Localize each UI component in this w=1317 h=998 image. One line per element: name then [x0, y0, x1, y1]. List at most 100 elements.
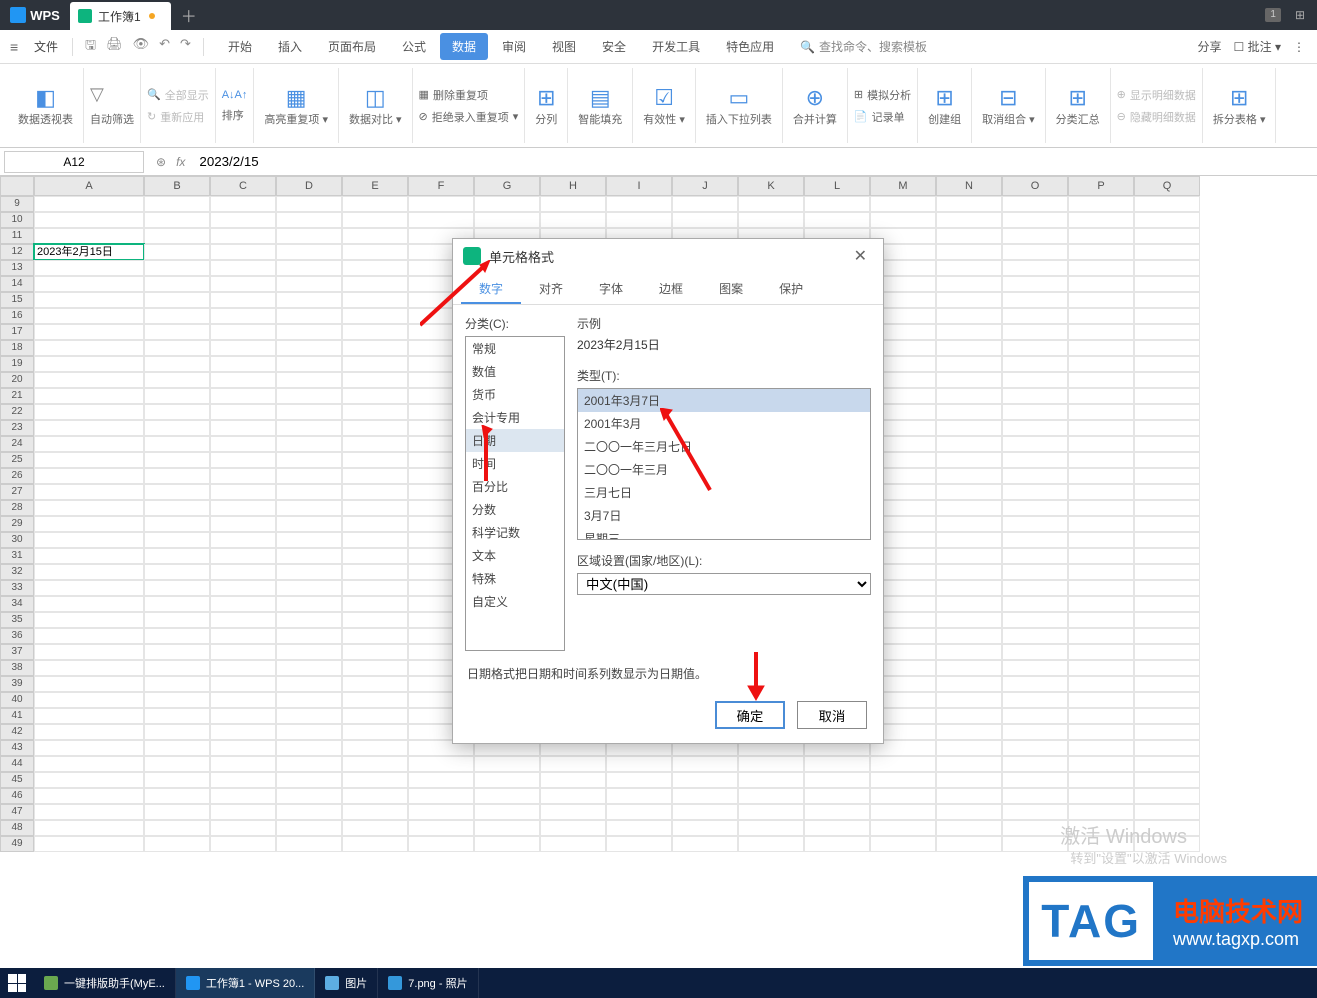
cell[interactable] [144, 644, 210, 660]
cell[interactable] [606, 212, 672, 228]
cell[interactable] [210, 484, 276, 500]
cell[interactable] [1134, 516, 1200, 532]
cell[interactable] [342, 436, 408, 452]
cell[interactable] [342, 628, 408, 644]
cell[interactable] [1134, 468, 1200, 484]
cell[interactable] [210, 292, 276, 308]
cell[interactable] [1134, 276, 1200, 292]
row-header[interactable]: 29 [0, 516, 34, 532]
cell[interactable] [276, 244, 342, 260]
cell[interactable] [144, 740, 210, 756]
text-to-columns-button[interactable]: ⊞ 分列 [525, 68, 568, 143]
cell[interactable] [34, 452, 144, 468]
cell[interactable] [1134, 532, 1200, 548]
cell[interactable] [276, 340, 342, 356]
cell[interactable] [342, 404, 408, 420]
cell[interactable] [342, 660, 408, 676]
column-header[interactable]: B [144, 176, 210, 196]
cell[interactable] [144, 756, 210, 772]
cell[interactable] [210, 724, 276, 740]
cell[interactable] [34, 660, 144, 676]
cell[interactable] [1068, 628, 1134, 644]
cell[interactable] [738, 820, 804, 836]
cell[interactable] [672, 196, 738, 212]
cell[interactable] [144, 676, 210, 692]
cell[interactable] [1002, 324, 1068, 340]
cell[interactable] [342, 244, 408, 260]
reject-dup-button[interactable]: ⊘ 拒绝录入重复项 ▾ [419, 109, 519, 125]
row-header[interactable]: 48 [0, 820, 34, 836]
cell[interactable] [1002, 356, 1068, 372]
cell[interactable] [738, 196, 804, 212]
cell[interactable] [342, 516, 408, 532]
cell[interactable] [936, 564, 1002, 580]
cell[interactable] [936, 692, 1002, 708]
cell[interactable] [276, 276, 342, 292]
cell[interactable] [870, 212, 936, 228]
cell[interactable] [342, 804, 408, 820]
category-item[interactable]: 数值 [466, 360, 564, 383]
cell[interactable] [34, 788, 144, 804]
notification-badge[interactable]: 1 [1265, 8, 1281, 22]
cell[interactable] [342, 500, 408, 516]
row-header[interactable]: 13 [0, 260, 34, 276]
cell[interactable] [1134, 756, 1200, 772]
undo-icon[interactable]: ↶ [159, 36, 170, 58]
cell[interactable] [144, 324, 210, 340]
cell[interactable] [144, 260, 210, 276]
cell[interactable] [1068, 692, 1134, 708]
cell[interactable] [1068, 292, 1134, 308]
cell[interactable] [276, 308, 342, 324]
cell[interactable] [474, 820, 540, 836]
column-header[interactable]: J [672, 176, 738, 196]
row-header[interactable]: 25 [0, 452, 34, 468]
cell[interactable] [210, 612, 276, 628]
locale-select[interactable]: 中文(中国) [577, 573, 871, 595]
cell[interactable] [1068, 516, 1134, 532]
cell[interactable] [870, 788, 936, 804]
cell[interactable] [1134, 372, 1200, 388]
file-menu[interactable]: 文件 [26, 38, 66, 55]
new-tab-button[interactable]: ＋ [171, 3, 207, 27]
cell[interactable] [210, 260, 276, 276]
cell[interactable] [342, 276, 408, 292]
row-header[interactable]: 26 [0, 468, 34, 484]
cell[interactable] [342, 260, 408, 276]
cell[interactable] [1068, 660, 1134, 676]
cell[interactable] [210, 420, 276, 436]
cell[interactable] [1002, 772, 1068, 788]
row-header[interactable]: 43 [0, 740, 34, 756]
tab-align[interactable]: 对齐 [521, 273, 581, 304]
cell[interactable] [936, 404, 1002, 420]
cell[interactable] [210, 580, 276, 596]
cell[interactable] [342, 788, 408, 804]
cell[interactable] [34, 532, 144, 548]
tab-page-layout[interactable]: 页面布局 [316, 33, 388, 60]
cell[interactable] [210, 388, 276, 404]
cell[interactable] [870, 196, 936, 212]
cell[interactable] [276, 452, 342, 468]
cell[interactable] [210, 596, 276, 612]
cell[interactable] [936, 724, 1002, 740]
row-header[interactable]: 16 [0, 308, 34, 324]
cell[interactable] [1068, 244, 1134, 260]
cell[interactable] [1002, 196, 1068, 212]
cell[interactable] [34, 756, 144, 772]
cell[interactable] [738, 212, 804, 228]
cell[interactable] [1068, 404, 1134, 420]
cell[interactable] [276, 324, 342, 340]
cell[interactable] [540, 196, 606, 212]
cell[interactable] [276, 708, 342, 724]
cell[interactable] [144, 548, 210, 564]
cell[interactable] [144, 388, 210, 404]
cell[interactable] [34, 564, 144, 580]
cell[interactable] [210, 196, 276, 212]
cell[interactable] [672, 804, 738, 820]
cell[interactable] [276, 772, 342, 788]
cell[interactable] [1002, 276, 1068, 292]
cell[interactable] [1002, 244, 1068, 260]
cell[interactable] [870, 836, 936, 852]
row-header[interactable]: 23 [0, 420, 34, 436]
row-header[interactable]: 40 [0, 692, 34, 708]
cell[interactable] [1002, 452, 1068, 468]
